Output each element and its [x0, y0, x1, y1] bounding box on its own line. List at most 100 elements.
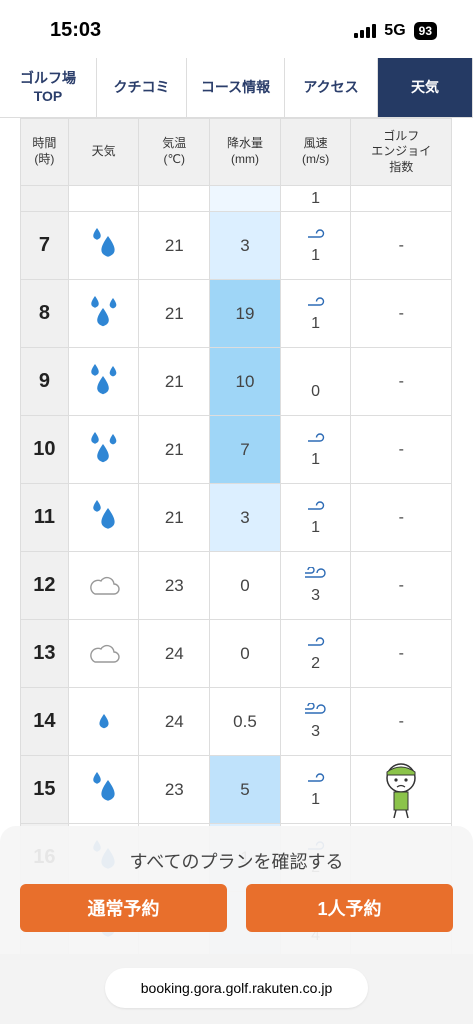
wind-cell: 1 — [281, 212, 352, 279]
table-row: 15 23 5 1 — [20, 756, 452, 824]
wind-speed: 1 — [311, 246, 321, 264]
header-hour: 時間 (時) — [32, 136, 57, 166]
wind-cell: 3 — [281, 552, 352, 619]
wind-strong-icon — [303, 565, 329, 585]
browser-bar: booking.gora.golf.rakuten.co.jp — [0, 954, 473, 1024]
weather-light-rain-icon — [69, 688, 140, 755]
enjoy-cell: - — [398, 712, 404, 730]
weather-rain-icon — [69, 212, 140, 279]
wind-cell: 0 — [281, 348, 352, 415]
temp-cell: 21 — [139, 484, 211, 551]
tab-golf-course-top[interactable]: ゴルフ場 TOP — [0, 58, 97, 117]
wind-cell: 3 — [281, 688, 352, 755]
weather-cloudy-icon — [69, 552, 140, 619]
weather-heavy-rain-icon — [69, 416, 140, 483]
plan-sheet: すべてのプランを確認する 通常予約 1人予約 — [0, 826, 473, 954]
hour-cell: 9 — [21, 348, 69, 415]
table-row: 14 24 0.5 3 - — [20, 688, 452, 756]
tab-bar: ゴルフ場 TOP クチコミ コース情報 アクセス 天気 — [0, 58, 473, 118]
wind-weak-icon — [306, 431, 326, 449]
tab-course-info[interactable]: コース情報 — [187, 58, 285, 117]
header-weather: 天気 — [91, 144, 116, 159]
header-temp: 気温 (℃) — [162, 136, 187, 166]
header-rain: 降水量 (mm) — [226, 136, 263, 166]
status-bar: 15:03 5G 93 — [0, 0, 473, 58]
solo-booking-button[interactable]: 1人予約 — [246, 884, 453, 932]
status-time: 15:03 — [50, 19, 102, 41]
header-enjoy: ゴルフ エンジョイ 指数 — [371, 128, 432, 174]
rain-cell: 0 — [210, 620, 281, 687]
hour-cell: 11 — [21, 484, 69, 551]
table-row-partial: 1 — [20, 186, 452, 212]
weather-cloudy-icon — [69, 620, 140, 687]
rain-cell: 5 — [210, 756, 281, 823]
normal-booking-button[interactable]: 通常予約 — [20, 884, 227, 932]
hour-cell: 12 — [21, 552, 69, 619]
enjoy-cell: - — [398, 644, 404, 662]
enjoy-cell: - — [398, 304, 404, 322]
table-row: 13 24 0 2 - — [20, 620, 452, 688]
wind-speed: 1 — [311, 314, 321, 332]
enjoy-cell: - — [398, 440, 404, 458]
header-wind: 風速 (m/s) — [301, 136, 330, 166]
hour-cell: 10 — [21, 416, 69, 483]
temp-cell: 23 — [139, 552, 211, 619]
enjoy-character-icon — [351, 756, 451, 823]
wind-speed: 1 — [311, 518, 321, 536]
rain-cell: 3 — [210, 484, 281, 551]
enjoy-cell: - — [398, 576, 404, 594]
temp-cell: 24 — [139, 688, 211, 755]
tab-reviews[interactable]: クチコミ — [97, 58, 187, 117]
table-header: 時間 (時) 天気 気温 (℃) 降水量 (mm) 風速 (m/s) ゴルフ エ… — [20, 118, 452, 186]
hour-cell: 15 — [21, 756, 69, 823]
wind-weak-icon — [306, 499, 326, 517]
wind-partial: 1 — [281, 186, 352, 211]
temp-cell: 21 — [139, 212, 211, 279]
see-all-plans-link[interactable]: すべてのプランを確認する — [0, 848, 473, 874]
wind-cell: 1 — [281, 280, 352, 347]
tab-access[interactable]: アクセス — [285, 58, 378, 117]
table-row: 12 23 0 3 - — [20, 552, 452, 620]
table-row: 9 21 10 0 - — [20, 348, 452, 416]
rain-cell: 19 — [210, 280, 281, 347]
wind-speed: 3 — [311, 722, 321, 740]
wind-weak-icon — [306, 771, 326, 789]
wind-weak-icon — [306, 295, 326, 313]
wind-speed: 0 — [311, 382, 321, 400]
temp-cell: 21 — [139, 280, 211, 347]
wind-cell: 1 — [281, 484, 352, 551]
wind-speed: 1 — [311, 790, 321, 808]
enjoy-cell: - — [398, 236, 404, 254]
wind-speed: 2 — [311, 654, 321, 672]
hour-cell: 14 — [21, 688, 69, 755]
table-row: 8 21 19 1 - — [20, 280, 452, 348]
battery-icon: 93 — [413, 22, 437, 40]
wind-cell: 1 — [281, 416, 352, 483]
wind-speed: 3 — [311, 586, 321, 604]
wind-cell: 1 — [281, 756, 352, 823]
temp-cell: 24 — [139, 620, 211, 687]
rain-cell: 10 — [210, 348, 281, 415]
table-row: 7 21 3 1 - — [20, 212, 452, 280]
wind-weak-icon — [306, 635, 326, 653]
temp-cell: 21 — [139, 416, 211, 483]
table-row: 10 21 7 1 - — [20, 416, 452, 484]
enjoy-cell: - — [398, 508, 404, 526]
rain-cell: 3 — [210, 212, 281, 279]
network-label: 5G — [384, 22, 406, 39]
wind-weak-icon — [306, 227, 326, 245]
rain-cell: 0.5 — [210, 688, 281, 755]
temp-cell: 21 — [139, 348, 211, 415]
wind-speed: 1 — [311, 450, 321, 468]
weather-heavy-rain-icon — [69, 348, 140, 415]
hour-cell: 13 — [21, 620, 69, 687]
temp-cell: 23 — [139, 756, 211, 823]
hour-cell: 7 — [21, 212, 69, 279]
signal-icon — [354, 24, 377, 38]
wind-cell: 2 — [281, 620, 352, 687]
rain-cell: 0 — [210, 552, 281, 619]
url-field[interactable]: booking.gora.golf.rakuten.co.jp — [105, 968, 368, 1008]
tab-weather[interactable]: 天気 — [378, 58, 473, 117]
enjoy-cell: - — [398, 372, 404, 390]
weather-heavy-rain-icon — [69, 280, 140, 347]
